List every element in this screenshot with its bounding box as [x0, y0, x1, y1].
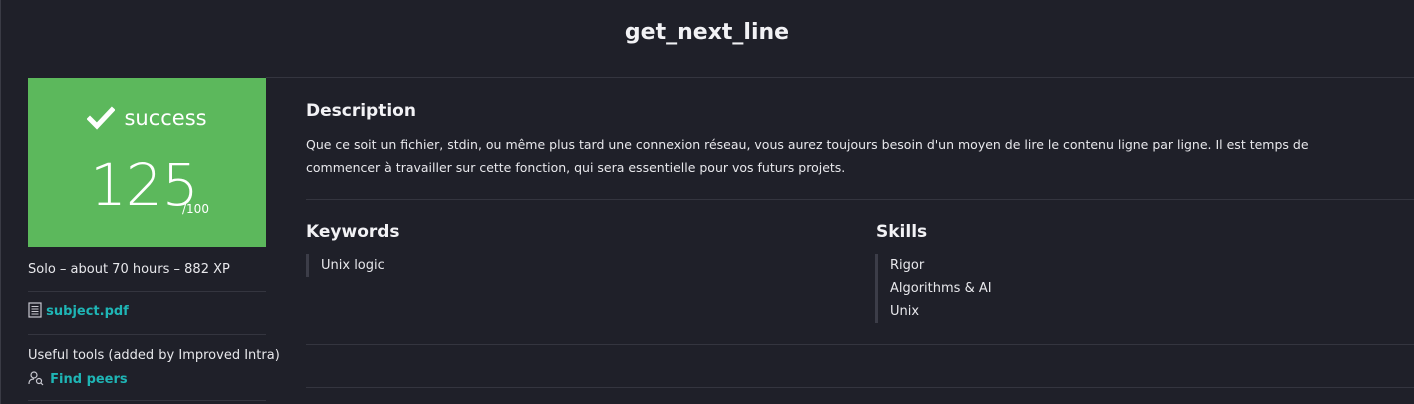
check-icon	[87, 106, 116, 130]
keyword-item: Unix logic	[321, 258, 385, 273]
subject-pdf-link[interactable]: subject.pdf	[46, 304, 129, 319]
skills-list: Rigor Algorithms & AI Unix	[875, 254, 992, 323]
skill-item: Algorithms & AI	[890, 281, 992, 296]
score-card: success 125 /100	[28, 78, 266, 247]
find-peers-link[interactable]: Find peers	[50, 372, 128, 387]
window-left-border	[0, 0, 1, 404]
divider	[28, 400, 266, 401]
divider	[28, 334, 266, 335]
useful-tools-heading: Useful tools (added by Improved Intra)	[28, 348, 280, 363]
score-max: /100	[182, 202, 209, 216]
divider	[28, 291, 266, 292]
subject-link-row[interactable]: subject.pdf	[28, 302, 129, 319]
status-row: success	[28, 104, 266, 132]
user-search-icon	[28, 371, 44, 386]
description-text: Que ce soit un fichier, stdin, ou même p…	[306, 137, 1309, 175]
page-title: get_next_line	[624, 20, 790, 45]
document-icon	[28, 302, 42, 318]
skills-title: Skills	[876, 222, 928, 242]
status-label: success	[124, 106, 207, 130]
score-row: 125 /100	[90, 156, 209, 216]
divider	[306, 344, 1414, 345]
divider	[266, 77, 1414, 78]
skill-item: Unix	[890, 304, 920, 319]
keywords-list: Unix logic	[306, 254, 385, 277]
description-title: Description	[306, 101, 416, 121]
divider	[306, 387, 1414, 388]
find-peers-row[interactable]: Find peers	[28, 370, 128, 387]
project-meta: Solo – about 70 hours – 882 XP	[28, 262, 230, 277]
divider	[306, 199, 1414, 200]
skill-item: Rigor	[890, 258, 925, 273]
keywords-title: Keywords	[306, 222, 400, 242]
